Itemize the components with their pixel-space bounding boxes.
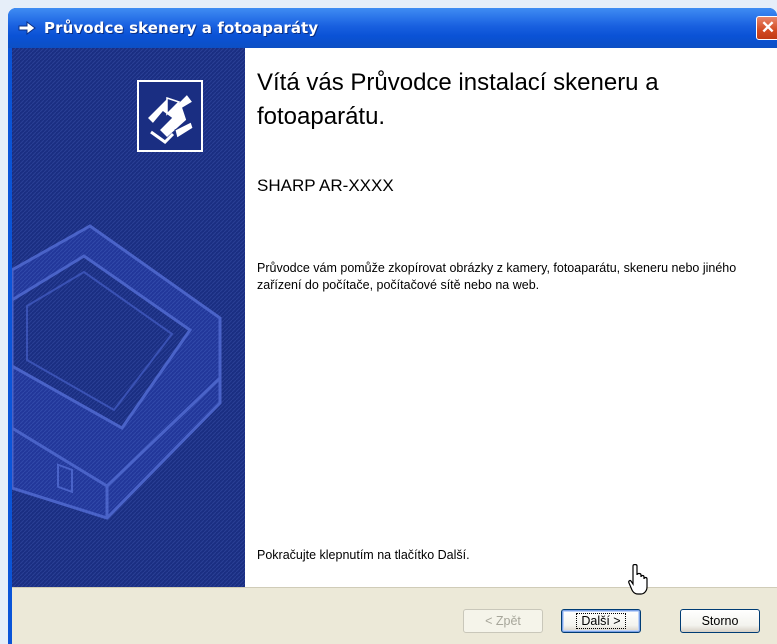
- wizard-client-area: Vítá vás Průvodce instalací skeneru a fo…: [12, 48, 777, 644]
- back-button[interactable]: < Zpět: [463, 609, 543, 633]
- wizard-window: Průvodce skenery a fotoaparáty ✕ Vítá vá…: [8, 8, 777, 644]
- close-icon: ✕: [760, 18, 776, 37]
- window-title: Průvodce skenery a fotoaparáty: [44, 19, 319, 37]
- welcome-heading: Vítá vás Průvodce instalací skeneru a fo…: [257, 69, 659, 130]
- next-button[interactable]: Další >: [561, 609, 641, 633]
- wizard-content: Vítá vás Průvodce instalací skeneru a fo…: [245, 48, 777, 587]
- device-name: SHARP AR-XXXX: [257, 176, 394, 195]
- wizard-arrow-icon: [18, 21, 36, 35]
- wizard-sidebar: [12, 48, 245, 587]
- cancel-button[interactable]: Storno: [680, 609, 760, 633]
- wizard-description: Průvodce vám pomůže zkopírovat obrázky z…: [257, 261, 737, 292]
- next-button-label: Další >: [576, 613, 626, 629]
- title-bar[interactable]: Průvodce skenery a fotoaparáty ✕: [8, 8, 777, 48]
- back-button-label: < Zpět: [485, 614, 521, 628]
- wizard-logo-icon: [137, 80, 203, 152]
- cancel-button-label: Storno: [701, 614, 739, 628]
- scanner-illustration: [12, 48, 245, 587]
- button-bar: < Zpět Další > Storno: [12, 587, 777, 644]
- continue-instruction: Pokračujte klepnutím na tlačítko Další.: [257, 548, 470, 562]
- close-button[interactable]: ✕: [756, 16, 777, 40]
